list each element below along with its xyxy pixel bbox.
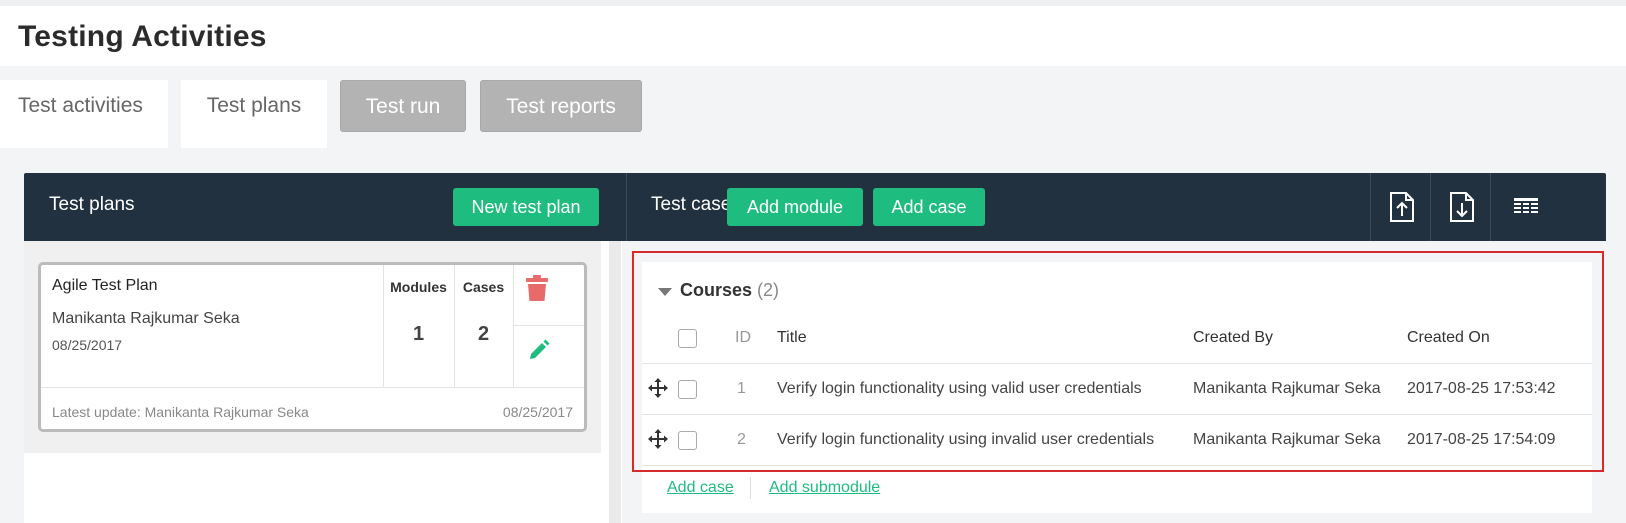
tab-test-run[interactable]: Test run [340, 80, 466, 132]
new-test-plan-button[interactable]: New test plan [453, 188, 599, 226]
cases-header: Cases [462, 279, 505, 295]
columns-icon [1513, 198, 1538, 213]
drag-move-icon[interactable] [648, 429, 668, 449]
add-case-link[interactable]: Add case [667, 479, 734, 497]
test-cases-table: ID Title Created By Created On 1 Verify … [642, 313, 1592, 467]
upload-file-icon [1389, 192, 1414, 222]
header-id: ID [735, 329, 751, 346]
row-id: 1 [737, 380, 746, 397]
modules-header: Modules [390, 279, 447, 295]
latest-update: Latest update: Manikanta Rajkumar Seka [52, 404, 309, 420]
module-title: Courses (2) [680, 280, 779, 301]
page-title: Testing Activities [18, 20, 267, 53]
test-plans-heading: Test plans [49, 194, 135, 215]
test-plan-card[interactable]: Agile Test Plan Manikanta Rajkumar Seka … [38, 262, 587, 432]
table-row[interactable]: 1 Verify login functionality using valid… [642, 364, 1592, 415]
row-created-by: Manikanta Rajkumar Seka [1193, 431, 1381, 448]
plan-date: 08/25/2017 [52, 337, 123, 353]
row-id: 2 [737, 431, 746, 448]
select-all-checkbox[interactable] [678, 329, 697, 348]
plan-name: Agile Test Plan [52, 277, 158, 294]
header-title: Title [777, 329, 807, 346]
tab-bar: Test activities Test plans Test run Test… [0, 66, 1626, 148]
toolbar-divider [626, 173, 627, 241]
export-button[interactable] [1430, 173, 1492, 241]
plan-owner: Manikanta Rajkumar Seka [52, 310, 240, 327]
row-created-by: Manikanta Rajkumar Seka [1193, 380, 1381, 397]
toolbar: Test plans New test plan Test cases Add … [24, 173, 1606, 241]
module-footer-links: Add case Add submodule [642, 467, 1592, 513]
action-divider [514, 325, 584, 326]
trash-icon[interactable] [526, 275, 548, 301]
add-submodule-link[interactable]: Add submodule [769, 479, 880, 497]
card-footer-divider [41, 387, 584, 388]
row-checkbox[interactable] [678, 380, 697, 399]
table-row[interactable]: 2 Verify login functionality using inval… [642, 415, 1592, 466]
add-case-button[interactable]: Add case [873, 188, 985, 226]
link-separator [750, 477, 751, 499]
row-created-on: 2017-08-25 17:54:09 [1407, 431, 1556, 448]
modules-count: 1 [412, 323, 425, 345]
row-checkbox[interactable] [678, 431, 697, 450]
cases-count: 2 [477, 323, 490, 345]
pane-separator[interactable] [609, 241, 621, 523]
download-file-icon [1449, 192, 1474, 222]
table-header-row: ID Title Created By Created On [642, 313, 1592, 364]
module-count: (2) [757, 280, 780, 300]
drag-move-icon[interactable] [648, 378, 668, 398]
add-module-button[interactable]: Add module [727, 188, 863, 226]
row-created-on: 2017-08-25 17:53:42 [1407, 380, 1556, 397]
module-name: Courses [680, 280, 753, 300]
header-created-on: Created On [1407, 329, 1490, 346]
tab-test-activities[interactable]: Test activities [0, 80, 168, 148]
tab-test-plans[interactable]: Test plans [181, 80, 327, 148]
collapse-triangle-icon[interactable] [658, 288, 672, 296]
row-title[interactable]: Verify login functionality using invalid… [777, 431, 1154, 449]
tab-test-reports[interactable]: Test reports [480, 80, 642, 132]
import-button[interactable] [1370, 173, 1432, 241]
latest-update-date: 08/25/2017 [502, 404, 573, 420]
card-divider [513, 265, 514, 387]
pencil-icon[interactable] [528, 339, 550, 361]
header-created-by: Created By [1193, 329, 1274, 346]
row-title[interactable]: Verify login functionality using valid u… [777, 380, 1142, 398]
columns-button[interactable] [1490, 173, 1560, 241]
page-header: Testing Activities [0, 6, 1626, 66]
